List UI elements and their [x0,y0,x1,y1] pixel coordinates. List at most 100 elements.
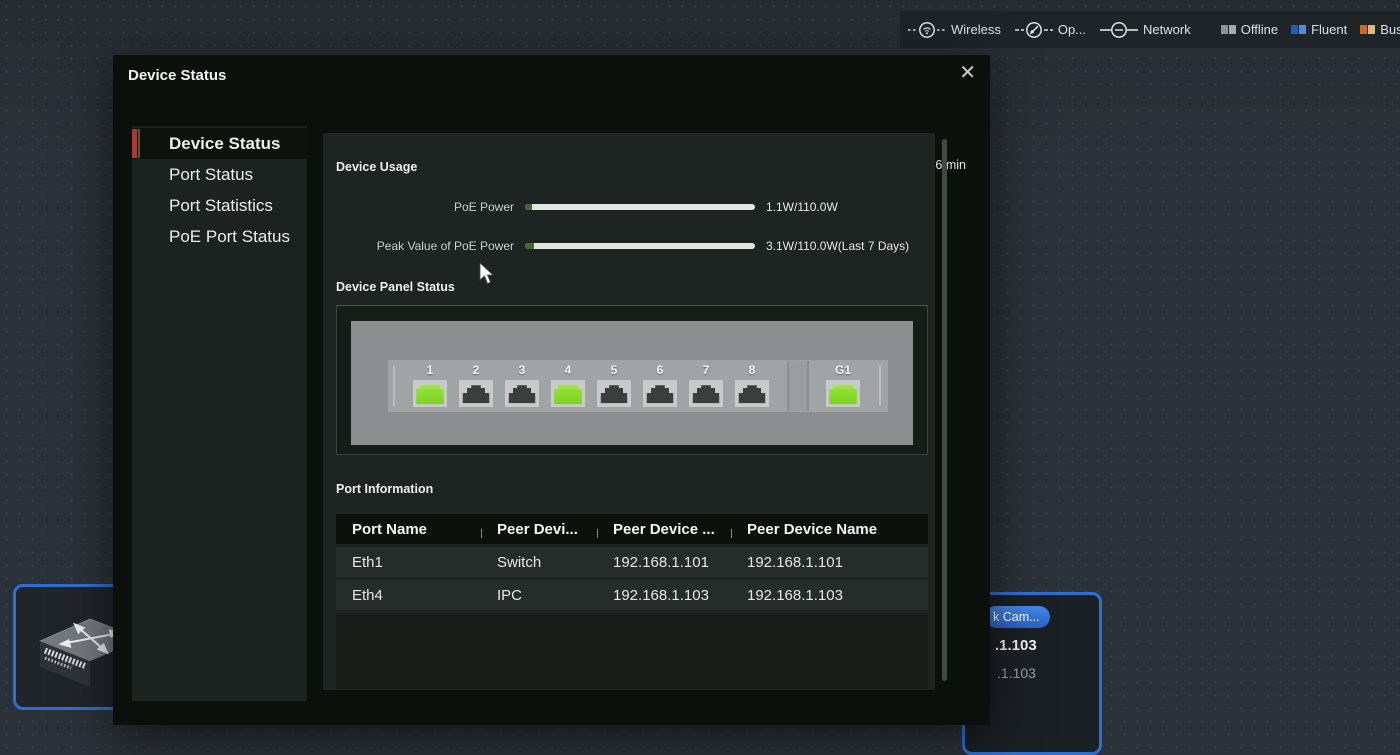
port-G1: G1 [824,362,862,407]
port-1: 1 [411,362,449,407]
port-number-label: 3 [503,362,541,379]
usage-row: PoE Power 1.1W/110.0W [323,199,935,215]
table-header-row: Port NamePeer Devi...Peer Device ...Peer… [336,514,928,544]
link-type-optical[interactable]: Op... [1015,21,1086,39]
status-color-chip [1221,25,1236,34]
port-8: 8 [733,362,771,407]
sidebar-item-port-status[interactable]: Port Status [132,159,307,190]
device-panel-heading: Device Panel Status [336,280,455,294]
port-7: 7 [687,362,725,407]
port-jack-active [826,380,860,407]
rj45-icon [461,382,491,405]
rj45-icon [828,382,858,405]
link-type-list: Wireless Op... Network [908,21,1205,39]
port-number-label: 5 [595,362,633,379]
dialog-sidebar: Device StatusPort StatusPort StatisticsP… [132,126,307,701]
usage-value: 3.1W/110.0W(Last 7 Days) [766,239,909,253]
status-legend-label: Busy [1380,22,1400,37]
port-jack-inactive [689,380,723,407]
column-header-3: Peer Device ... [597,521,731,538]
sidebar-item-poe-port-status[interactable]: PoE Port Status [132,221,307,252]
network-link-icon [1100,21,1138,39]
port-information-heading: Port Information [336,482,433,496]
status-legend-busy: Busy [1360,22,1400,37]
port-strip: 12345678 G1 [388,360,888,412]
port-number-label: 4 [549,362,587,379]
status-legend-fluent: Fluent [1291,22,1347,37]
link-type-wireless[interactable]: Wireless [908,21,1001,39]
table-empty-area [336,613,928,689]
usage-label: PoE Power [323,200,514,214]
status-legend-list: OfflineFluentBusyC [1221,22,1400,37]
topology-canvas: k Cam... .1.103 .1.103 Wireless Op... Netw… [0,0,1400,755]
column-header-4: Peer Device Name [731,521,928,538]
port-5: 5 [595,362,633,407]
column-separator [597,529,598,538]
table-cell: 192.168.1.101 [597,554,731,571]
device-panel-box: 12345678 G1 [336,305,928,455]
sidebar-item-port-statistics[interactable]: Port Statistics [132,190,307,221]
port-jack-inactive [735,380,769,407]
status-color-chip [1291,25,1306,34]
wireless-link-icon [908,21,946,39]
column-separator [731,529,732,538]
port-group-separator [787,361,809,411]
link-type-label: Wireless [951,22,1001,37]
rj45-icon [507,382,537,405]
usage-progress-fill [525,243,534,249]
port-jack-inactive [459,380,493,407]
rj45-icon [599,382,629,405]
port-2: 2 [457,362,495,407]
usage-label: Peak Value of PoE Power [323,239,514,253]
legend-toolbar: WirelessOp...Network OfflineFluentBusyC [900,11,1400,48]
sidebar-item-device-status[interactable]: Device Status [132,128,307,159]
status-legend-label: Offline [1241,22,1278,37]
dialog-content: Device Usage PoE Power 1.1W/110.0W Peak Va… [323,133,935,690]
switch-faceplate: 12345678 G1 [351,321,913,445]
table-cell: 192.168.1.101 [731,554,928,571]
rj45-icon [415,382,445,405]
table-row: Eth4IPC192.168.1.103192.168.1.103 [336,580,928,610]
camera-type-badge[interactable]: k Cam... [985,606,1050,628]
table-body: Eth1Switch192.168.1.101192.168.1.101Eth4… [336,547,928,610]
port-number-label: 7 [687,362,725,379]
port-information-table: Port NamePeer Devi...Peer Device ...Peer… [336,514,928,689]
column-separator [481,529,482,538]
table-cell: IPC [481,587,597,604]
port-3: 3 [503,362,541,407]
dialog-scrollbar[interactable] [942,139,947,681]
port-number-label: G1 [824,362,862,379]
port-4: 4 [549,362,587,407]
status-legend-label: Fluent [1311,22,1347,37]
usage-progress-bar [525,204,755,210]
column-header-1: Port Name [336,521,481,538]
status-legend-offline: Offline [1221,22,1278,37]
usage-progress-bar [525,243,755,249]
link-type-label: Op... [1058,22,1086,37]
table-cell: 192.168.1.103 [731,587,928,604]
camera-ip: .1.103 [997,665,1036,681]
column-header-2: Peer Devi... [481,521,597,538]
table-cell: Eth1 [336,554,481,571]
port-6: 6 [641,362,679,407]
table-cell: 192.168.1.103 [597,587,731,604]
camera-name: .1.103 [995,637,1037,654]
rj45-icon [553,382,583,405]
dialog-title: Device Status [128,67,226,84]
port-number-label: 8 [733,362,771,379]
port-jack-inactive [597,380,631,407]
device-usage-heading: Device Usage [336,160,417,174]
usage-progress-fill [525,204,532,210]
link-type-network[interactable]: Network [1100,21,1191,39]
port-jack-inactive [505,380,539,407]
close-icon[interactable]: ✕ [959,61,976,85]
port-number-label: 6 [641,362,679,379]
port-jack-active [551,380,585,407]
port-jack-inactive [643,380,677,407]
port-jack-active [413,380,447,407]
rj45-icon [737,382,767,405]
usage-value: 1.1W/110.0W [766,200,838,214]
port-number-label: 2 [457,362,495,379]
link-type-label: Network [1143,22,1191,37]
device-status-dialog: Device Status ✕ Device 192.168.1.102 Run… [113,55,990,725]
